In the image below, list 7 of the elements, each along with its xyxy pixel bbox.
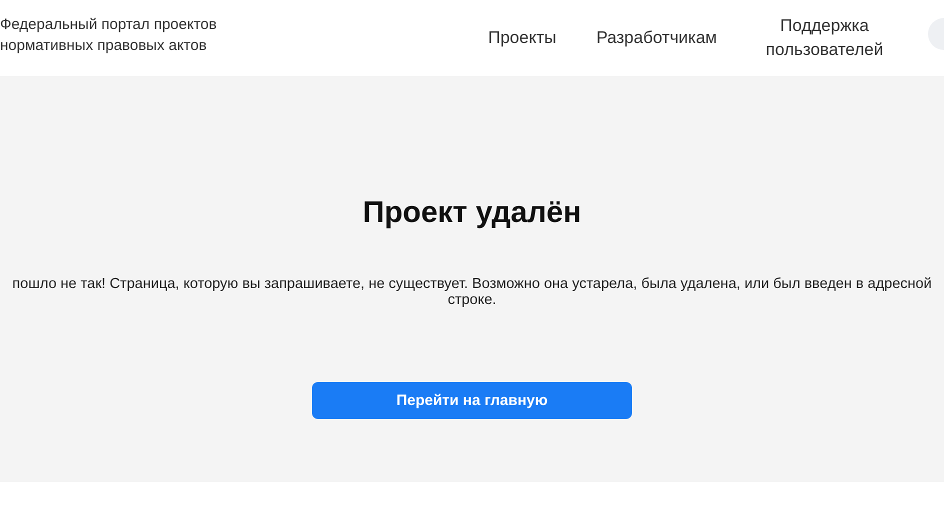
error-message: пошло не так! Страница, которую вы запрашиваете, не существует. Возможно она устарела, была удалена, или был введен в адресной строке. xyxy=(11,276,933,308)
portal-name[interactable]: Федеральный портал проектов нормативных правовых актов xyxy=(0,14,217,56)
nav-link[interactable]: Поддержка пользователей xyxy=(757,14,892,62)
home-button[interactable]: Перейти на главную xyxy=(312,382,632,419)
nav-link[interactable]: Разработчикам xyxy=(596,26,717,50)
page-title: Проект удалён xyxy=(362,196,582,230)
nav-link[interactable]: Проекты xyxy=(488,26,556,50)
